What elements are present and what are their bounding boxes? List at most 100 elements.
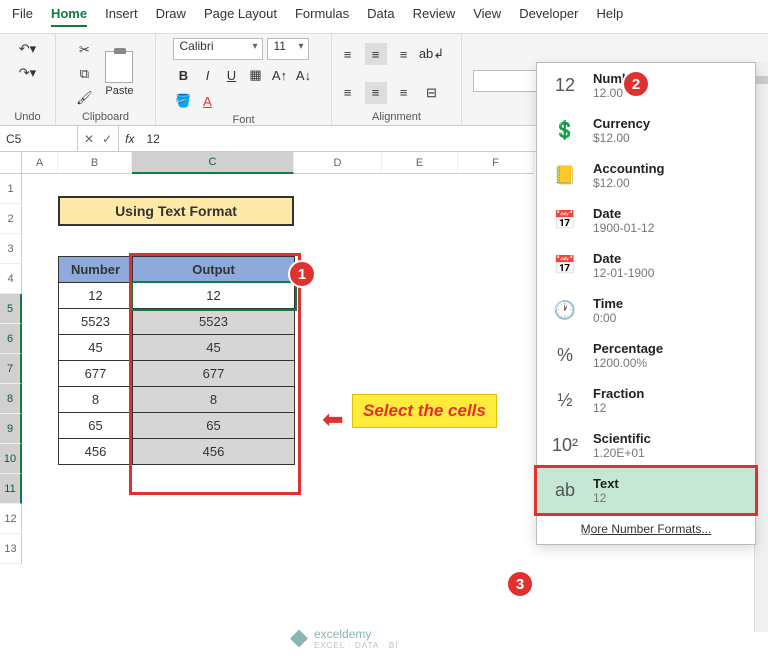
format-option-scientific[interactable]: 10²Scientific1.20E+01	[537, 423, 755, 468]
decrease-font-button[interactable]: A↓	[293, 64, 315, 86]
border-button[interactable]: ▦	[245, 64, 267, 86]
format-option-fraction[interactable]: ½Fraction12	[537, 378, 755, 423]
format-option-accounting[interactable]: 📒Accounting $12.00	[537, 153, 755, 198]
scrollbar-thumb[interactable]	[756, 76, 768, 84]
column-header-E[interactable]: E	[382, 152, 458, 174]
watermark: exceldemy EXCEL · DATA · BI	[290, 627, 398, 650]
number-format-combo[interactable]	[473, 70, 543, 92]
align-right-button[interactable]: ≡	[393, 82, 415, 104]
column-header-B[interactable]: B	[58, 152, 132, 174]
cell-number[interactable]: 5523	[59, 309, 133, 335]
format-option-text[interactable]: abText12	[537, 468, 755, 513]
row-header-10[interactable]: 10	[0, 444, 22, 474]
format-sample: 12	[593, 401, 644, 415]
row-header-5[interactable]: 5	[0, 294, 22, 324]
cell-output[interactable]: 8	[133, 387, 295, 413]
select-all-corner[interactable]	[0, 152, 22, 174]
format-name: Text	[593, 476, 619, 491]
table-row: 677677	[59, 361, 295, 387]
row-header-13[interactable]: 13	[0, 534, 22, 564]
more-number-formats[interactable]: M̲ore Number Formats...	[537, 513, 755, 544]
redo-button[interactable]: ↷▾	[17, 62, 39, 84]
scrollbar-vertical[interactable]	[754, 62, 768, 632]
underline-button[interactable]: U	[221, 64, 243, 86]
row-header-11[interactable]: 11	[0, 474, 22, 504]
menu-home[interactable]: Home	[51, 6, 87, 27]
format-painter-button[interactable]: 🖌	[73, 87, 95, 109]
fill-color-button[interactable]: 🪣	[173, 90, 195, 112]
paste-button[interactable]: Paste	[101, 49, 137, 99]
row-header-6[interactable]: 6	[0, 324, 22, 354]
font-size-select[interactable]: 11	[267, 38, 309, 60]
cell-number[interactable]: 65	[59, 413, 133, 439]
menu-draw[interactable]: Draw	[156, 6, 186, 27]
confirm-formula-icon[interactable]: ✓	[102, 132, 112, 146]
menu-review[interactable]: Review	[413, 6, 456, 27]
row-header-7[interactable]: 7	[0, 354, 22, 384]
align-center-button[interactable]: ≡	[365, 82, 387, 104]
menu-help[interactable]: Help	[596, 6, 623, 27]
callout-badge-1: 1	[288, 260, 316, 288]
fx-icon[interactable]: fx	[119, 132, 140, 146]
increase-font-button[interactable]: A↑	[269, 64, 291, 86]
menu-view[interactable]: View	[473, 6, 501, 27]
cell-number[interactable]: 677	[59, 361, 133, 387]
format-option-date[interactable]: 📅Date1900-01-12	[537, 198, 755, 243]
format-option-percentage[interactable]: %Percentage1200.00%	[537, 333, 755, 378]
align-left-button[interactable]: ≡	[337, 82, 359, 104]
merge-button[interactable]: ⊟	[421, 82, 443, 104]
cancel-formula-icon[interactable]: ✕	[84, 132, 94, 146]
menu-insert[interactable]: Insert	[105, 6, 138, 27]
date-icon: 📅	[549, 252, 581, 280]
bold-button[interactable]: B	[173, 64, 195, 86]
cell-output[interactable]: 456	[133, 439, 295, 465]
menu-page-layout[interactable]: Page Layout	[204, 6, 277, 27]
cell-number[interactable]: 45	[59, 335, 133, 361]
cell-output[interactable]: 12	[133, 283, 295, 309]
font-color-button[interactable]: A	[197, 90, 219, 112]
format-option-time[interactable]: 🕐Time0:00	[537, 288, 755, 333]
align-bottom-button[interactable]: ≡	[393, 43, 415, 65]
align-top-button[interactable]: ≡	[337, 43, 359, 65]
instruction-label: Select the cells	[352, 394, 497, 428]
name-box[interactable]: C5	[0, 126, 78, 151]
wrap-text-button[interactable]: ab↲	[421, 43, 443, 65]
row-header-3[interactable]: 3	[0, 234, 22, 264]
cell-output[interactable]: 5523	[133, 309, 295, 335]
cell-number[interactable]: 12	[59, 283, 133, 309]
cell-output[interactable]: 677	[133, 361, 295, 387]
cell-number[interactable]: 456	[59, 439, 133, 465]
row-header-12[interactable]: 12	[0, 504, 22, 534]
menu-developer[interactable]: Developer	[519, 6, 578, 27]
undo-button[interactable]: ↶▾	[17, 38, 39, 60]
menu-data[interactable]: Data	[367, 6, 394, 27]
column-header-A[interactable]: A	[22, 152, 58, 174]
number-format-dropdown: 12Number12.00💲Currency$12.00📒Accounting …	[536, 62, 756, 545]
column-header-F[interactable]: F	[458, 152, 534, 174]
format-name: Scientific	[593, 431, 651, 446]
cell-number[interactable]: 8	[59, 387, 133, 413]
menu-file[interactable]: File	[12, 6, 33, 27]
font-name-select[interactable]: Calibri	[173, 38, 263, 60]
date-icon: 📅	[549, 207, 581, 235]
table-row: 88	[59, 387, 295, 413]
row-header-2[interactable]: 2	[0, 204, 22, 234]
row-header-1[interactable]: 1	[0, 174, 22, 204]
format-option-currency[interactable]: 💲Currency$12.00	[537, 108, 755, 153]
scientific-icon: 10²	[549, 432, 581, 460]
format-sample: 1900-01-12	[593, 221, 654, 235]
row-header-9[interactable]: 9	[0, 414, 22, 444]
row-header-8[interactable]: 8	[0, 384, 22, 414]
cell-output[interactable]: 65	[133, 413, 295, 439]
italic-button[interactable]: I	[197, 64, 219, 86]
format-option-date[interactable]: 📅Date12-01-1900	[537, 243, 755, 288]
cell-output[interactable]: 45	[133, 335, 295, 361]
format-name: Fraction	[593, 386, 644, 401]
align-middle-button[interactable]: ≡	[365, 43, 387, 65]
cut-button[interactable]: ✂	[73, 39, 95, 61]
copy-button[interactable]: ⧉	[73, 63, 95, 85]
column-header-D[interactable]: D	[294, 152, 382, 174]
column-header-C[interactable]: C	[132, 152, 294, 174]
row-header-4[interactable]: 4	[0, 264, 22, 294]
menu-formulas[interactable]: Formulas	[295, 6, 349, 27]
